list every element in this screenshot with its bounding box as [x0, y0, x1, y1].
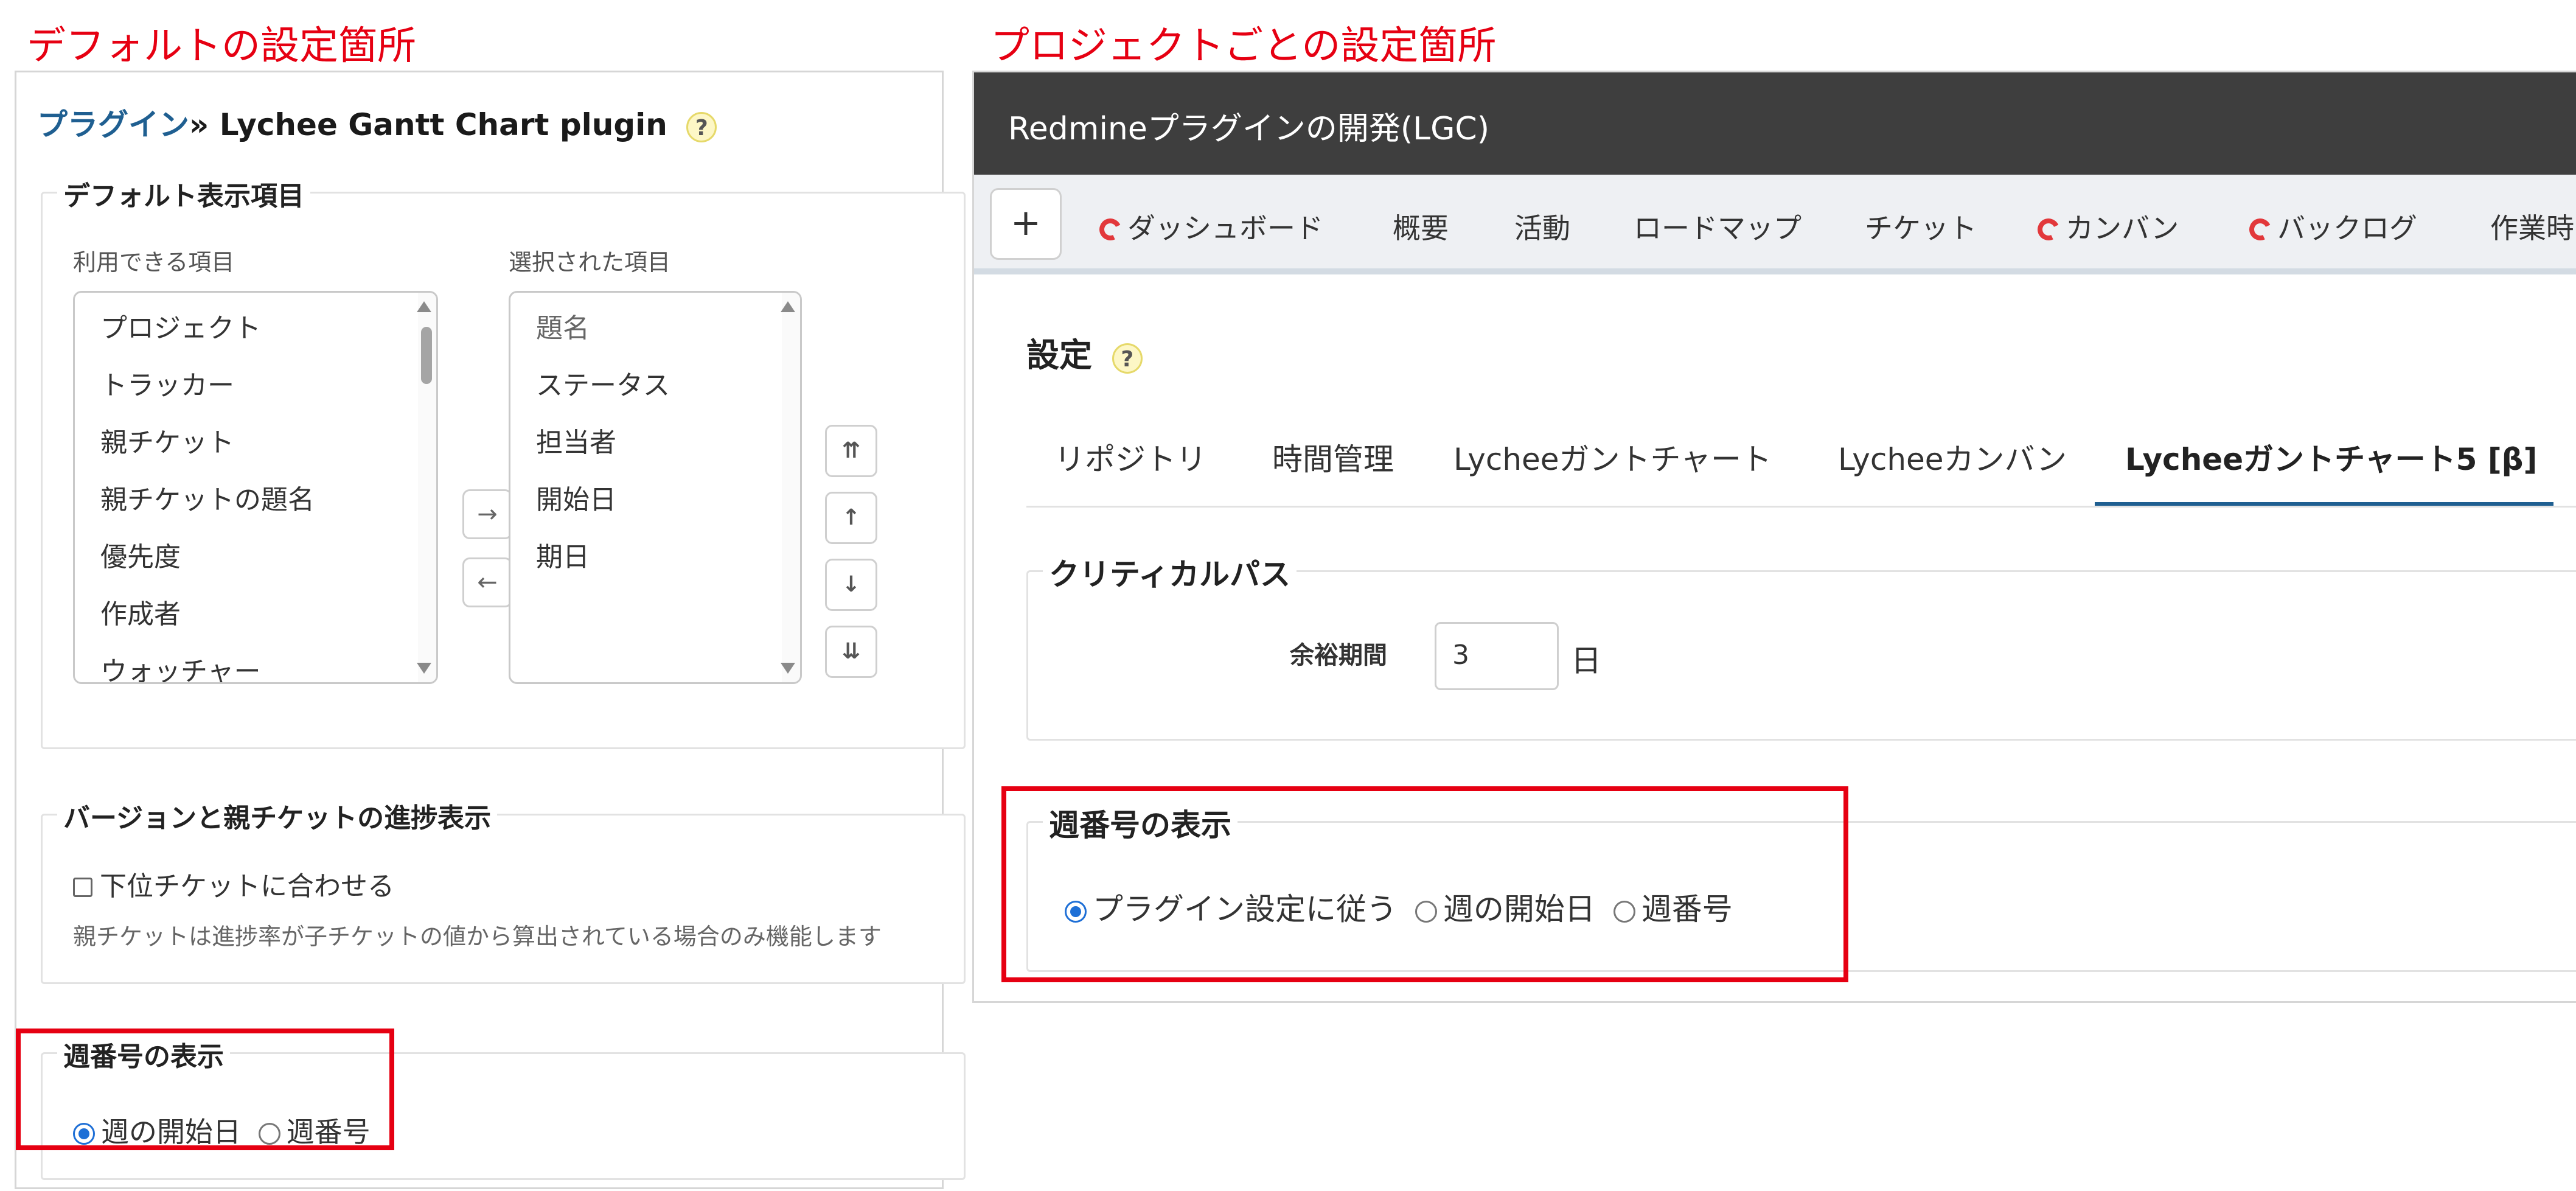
active-tab-indicator — [2095, 502, 2553, 506]
project-header: Redmineプラグインの開発(LGC) — [974, 72, 2576, 175]
slack-input[interactable]: 3 — [1435, 622, 1559, 690]
lychee-icon — [2246, 215, 2275, 244]
tab-time-tracking[interactable]: 時間管理 — [1272, 435, 1394, 479]
remove-column-button[interactable]: ← — [462, 557, 512, 607]
align-subtasks-checkbox[interactable] — [73, 878, 92, 897]
available-columns-label: 利用できる項目 — [73, 249, 235, 276]
critical-path-legend: クリティカルパス — [1043, 550, 1297, 594]
critical-path-fieldset: クリティカルパス 余裕期間 3 日 — [1026, 550, 2576, 741]
list-item[interactable]: 優先度 — [100, 535, 181, 574]
list-item[interactable]: 開始日 — [536, 478, 616, 517]
move-up-button[interactable]: ↑ — [825, 492, 877, 544]
new-object-button[interactable]: + — [990, 188, 1062, 260]
menu-item-time[interactable]: 作業時 — [2490, 206, 2574, 246]
available-columns-list[interactable]: プロジェクト トラッカー 親チケット 親チケットの題名 優先度 作成者 ウォッチ… — [73, 291, 438, 684]
plugin-name: Lychee Gantt Chart plugin — [219, 107, 667, 142]
default-columns-fieldset: デフォルト表示項目 利用できる項目 選択された項目 プロジェクト トラッカー 親… — [41, 174, 966, 749]
list-item[interactable]: ウォッチャー — [100, 649, 261, 682]
move-bottom-button[interactable]: ⇊ — [825, 626, 877, 678]
menu-item-kanban[interactable]: カンバン — [2034, 206, 2179, 246]
slack-unit: 日 — [1571, 643, 1601, 679]
tab-repository[interactable]: リポジトリ — [1054, 435, 1206, 479]
menu-item-backlog[interactable]: バックログ — [2246, 206, 2417, 246]
list-item[interactable]: 題名 — [536, 306, 590, 345]
lychee-icon — [1096, 215, 1125, 244]
help-icon[interactable]: ? — [686, 112, 717, 142]
menu-item-activity[interactable]: 活動 — [1514, 206, 1570, 246]
tab-lychee-kanban[interactable]: Lycheeカンバン — [1838, 435, 2067, 479]
page-title: プラグイン» Lychee Gantt Chart plugin ? — [37, 100, 717, 144]
progress-fieldset: バージョンと親チケットの進捗表示 下位チケットに合わせる 親チケットは進捗率が子… — [41, 796, 966, 984]
project-highlight-box — [1001, 786, 1848, 982]
tab-lychee-gantt[interactable]: Lycheeガントチャート — [1453, 435, 1772, 479]
tab-lychee-gantt-5[interactable]: Lycheeガントチャート5 [β] — [2125, 435, 2537, 479]
menu-item-overview[interactable]: 概要 — [1393, 206, 1449, 246]
scroll-up-icon[interactable] — [417, 301, 431, 312]
list-item[interactable]: プロジェクト — [100, 306, 261, 345]
default-highlight-box — [16, 1029, 394, 1150]
move-down-button[interactable]: ↓ — [825, 559, 877, 611]
scroll-up-icon[interactable] — [781, 301, 795, 312]
list-item[interactable]: 担当者 — [536, 421, 616, 459]
menu-item-dashboard[interactable]: ダッシュボード — [1096, 206, 1323, 246]
list-item[interactable]: 親チケットの題名 — [100, 478, 315, 517]
list-item[interactable]: 親チケット — [100, 421, 234, 459]
breadcrumb-plugins-link[interactable]: プラグイン — [37, 107, 189, 142]
selected-list-scrollbar[interactable] — [781, 293, 800, 682]
project-settings-caption: プロジェクトごとの設定箇所 — [990, 24, 1497, 69]
progress-note: 親チケットは進捗率が子チケットの値から算出されている場合のみ機能します — [73, 923, 882, 950]
breadcrumb-separator: » — [189, 107, 209, 142]
lychee-icon — [2034, 215, 2063, 244]
selected-columns-label: 選択された項目 — [509, 249, 671, 276]
scroll-thumb[interactable] — [421, 327, 432, 384]
settings-heading: 設定 ? — [1026, 328, 1143, 376]
help-icon[interactable]: ? — [1112, 343, 1143, 374]
align-subtasks-label[interactable]: 下位チケットに合わせる — [100, 871, 394, 902]
scroll-down-icon[interactable] — [417, 663, 431, 674]
default-settings-caption: デフォルトの設定箇所 — [27, 24, 416, 69]
available-list-scrollbar[interactable] — [417, 293, 436, 682]
default-columns-legend: デフォルト表示項目 — [57, 174, 310, 213]
menu-item-issues[interactable]: チケット — [1865, 206, 1977, 246]
plugin-settings-panel: プラグイン» Lychee Gantt Chart plugin ? デフォルト… — [15, 71, 966, 1189]
slack-label: 余裕期間 — [1290, 641, 1387, 669]
tab-divider — [1026, 506, 2576, 508]
add-column-button[interactable]: → — [462, 489, 512, 539]
list-item[interactable]: 作成者 — [100, 592, 181, 631]
list-item[interactable]: ステータス — [536, 363, 670, 402]
progress-legend: バージョンと親チケットの進捗表示 — [57, 796, 498, 835]
move-top-button[interactable]: ⇈ — [825, 425, 877, 477]
list-item[interactable]: トラッカー — [100, 363, 234, 402]
menu-item-roadmap[interactable]: ロードマップ — [1634, 206, 1801, 246]
progress-checkbox-row[interactable]: 下位チケットに合わせる — [73, 864, 394, 903]
selected-columns-list[interactable]: 題名 ステータス 担当者 開始日 期日 — [509, 291, 802, 684]
main-menu: + ダッシュボード 概要 活動 ロードマップ チケット カンバン バックログ 作… — [974, 175, 2576, 274]
project-title[interactable]: Redmineプラグインの開発(LGC) — [1008, 103, 1489, 148]
list-item[interactable]: 期日 — [536, 535, 590, 574]
scroll-down-icon[interactable] — [781, 663, 795, 674]
